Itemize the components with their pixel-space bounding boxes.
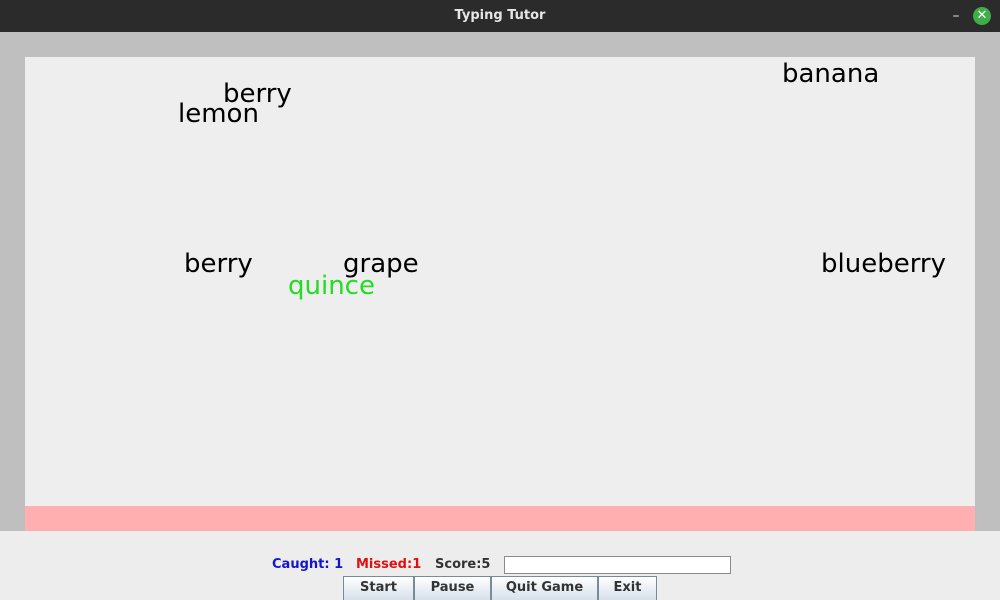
start-button[interactable]: Start <box>343 576 414 600</box>
falling-word: lemon <box>178 99 259 129</box>
game-playfield <box>25 57 975 506</box>
pause-button[interactable]: Pause <box>414 576 491 600</box>
falling-word: blueberry <box>821 249 947 279</box>
minimize-icon[interactable]: – <box>948 8 964 24</box>
quit-game-button[interactable]: Quit Game <box>491 576 598 600</box>
score-label: Score:5 <box>435 557 491 572</box>
window-title: Typing Tutor <box>454 8 546 23</box>
caught-count: Caught: 1 <box>272 557 344 572</box>
active-word: quince <box>288 271 375 301</box>
danger-zone <box>25 506 975 531</box>
exit-button[interactable]: Exit <box>598 576 657 600</box>
missed-count: Missed:1 <box>356 557 422 572</box>
typing-input[interactable] <box>504 556 731 574</box>
falling-word: banana <box>782 59 880 89</box>
title-bar: Typing Tutor – ✕ <box>0 0 1000 32</box>
falling-word: berry <box>184 249 253 279</box>
close-icon[interactable]: ✕ <box>973 7 991 25</box>
